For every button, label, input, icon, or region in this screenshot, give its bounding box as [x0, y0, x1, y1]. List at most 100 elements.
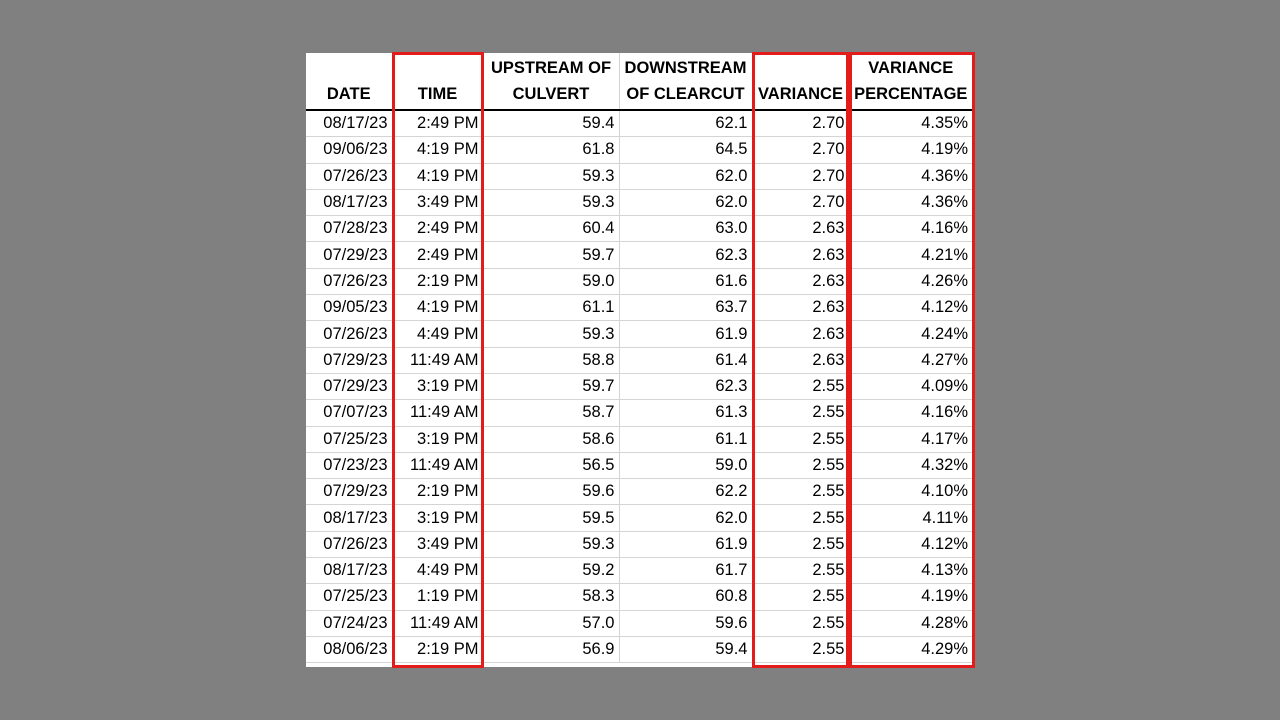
- upstream-cell: 59.3: [482, 189, 619, 217]
- upstream-cell: 60.4: [482, 215, 619, 243]
- variance-percentage-cell: 4.16%: [848, 215, 972, 243]
- upstream-cell: 61.1: [482, 294, 619, 322]
- variance-cell: 2.70: [751, 163, 849, 190]
- date-cell: 07/29/23: [306, 347, 392, 374]
- date-cell: 07/23/23: [306, 452, 392, 480]
- variance-cell: 2.55: [751, 583, 849, 611]
- date-cell: 07/07/23: [306, 399, 392, 427]
- upstream-cell: 59.2: [482, 557, 619, 585]
- time-cell: 4:49 PM: [391, 320, 483, 348]
- table-row: 08/17/23 2:49 PM 59.4 62.1 2.70 4.35%: [306, 110, 972, 138]
- header-line: PERCENTAGE: [854, 85, 968, 103]
- date-cell: 07/24/23: [306, 610, 392, 637]
- header-line: CULVERT: [512, 85, 590, 103]
- downstream-cell: 60.8: [618, 583, 752, 611]
- header-variance: VARIANCE: [751, 53, 849, 111]
- time-cell: 3:19 PM: [391, 373, 483, 401]
- downstream-cell: 61.7: [618, 557, 752, 585]
- table-row: 07/23/23 11:49 AM 56.5 59.0 2.55 4.32%: [306, 452, 972, 480]
- date-cell: 08/17/23: [306, 110, 392, 138]
- table-row: 07/29/23 2:49 PM 59.7 62.3 2.63 4.21%: [306, 241, 972, 269]
- variance-percentage-cell: 4.12%: [848, 531, 972, 559]
- table-row: 07/26/23 4:49 PM 59.3 61.9 2.63 4.24%: [306, 320, 972, 348]
- variance-percentage-cell: 4.10%: [848, 478, 972, 506]
- header-line: VARIANCE: [758, 85, 843, 103]
- downstream-cell: 62.0: [618, 504, 752, 532]
- header-downstream: DOWNSTREAM OF CLEARCUT: [618, 53, 752, 111]
- variance-cell: 2.63: [751, 241, 849, 269]
- time-cell: 2:19 PM: [391, 636, 483, 664]
- downstream-cell: 59.4: [618, 636, 752, 664]
- variance-cell: 2.63: [751, 347, 849, 374]
- upstream-cell: 59.3: [482, 320, 619, 348]
- downstream-cell: 62.1: [618, 110, 752, 138]
- table-row: 08/06/23 2:19 PM 56.9 59.4 2.55 4.29%: [306, 636, 972, 664]
- variance-percentage-cell: 4.17%: [848, 426, 972, 453]
- time-cell: 2:49 PM: [391, 110, 483, 138]
- header-line: OF CLEARCUT: [626, 85, 745, 103]
- downstream-cell: 61.1: [618, 426, 752, 453]
- date-cell: 07/26/23: [306, 268, 392, 296]
- header-variance-percentage: VARIANCE PERCENTAGE: [848, 53, 972, 111]
- variance-cell: 2.55: [751, 373, 849, 401]
- date-cell: 08/17/23: [306, 189, 392, 217]
- variance-cell: 2.63: [751, 320, 849, 348]
- variance-cell: 2.63: [751, 215, 849, 243]
- table-row: 07/25/23 3:19 PM 58.6 61.1 2.55 4.17%: [306, 426, 972, 453]
- upstream-cell: 56.9: [482, 636, 619, 664]
- date-cell: 07/26/23: [306, 531, 392, 559]
- variance-percentage-cell: 4.36%: [848, 163, 972, 190]
- variance-percentage-cell: 4.21%: [848, 241, 972, 269]
- variance-cell: 2.70: [751, 189, 849, 217]
- variance-percentage-cell: 4.32%: [848, 452, 972, 480]
- table-row: 07/28/23 2:49 PM 60.4 63.0 2.63 4.16%: [306, 215, 972, 243]
- time-cell: 11:49 AM: [391, 452, 483, 480]
- variance-percentage-cell: 4.09%: [848, 373, 972, 401]
- downstream-cell: 63.7: [618, 294, 752, 322]
- date-cell: 07/26/23: [306, 320, 392, 348]
- table-body: 08/17/23 2:49 PM 59.4 62.1 2.70 4.35% 09/06/23…: [306, 110, 972, 664]
- upstream-cell: 58.8: [482, 347, 619, 374]
- time-cell: 4:19 PM: [391, 163, 483, 190]
- upstream-cell: 59.3: [482, 163, 619, 190]
- date-cell: 07/26/23: [306, 163, 392, 190]
- upstream-cell: 56.5: [482, 452, 619, 480]
- variance-percentage-cell: 4.24%: [848, 320, 972, 348]
- variance-cell: 2.55: [751, 504, 849, 532]
- date-cell: 07/29/23: [306, 478, 392, 506]
- variance-percentage-cell: 4.29%: [848, 636, 972, 664]
- variance-cell: 2.55: [751, 478, 849, 506]
- time-cell: 3:49 PM: [391, 189, 483, 217]
- variance-cell: 2.55: [751, 531, 849, 559]
- table-row: 07/26/23 3:49 PM 59.3 61.9 2.55 4.12%: [306, 531, 972, 559]
- data-table: DATE TIME UPSTREAM OF CULVERT DOWNSTREAM…: [306, 53, 972, 664]
- variance-percentage-cell: 4.27%: [848, 347, 972, 374]
- variance-percentage-cell: 4.28%: [848, 610, 972, 637]
- downstream-cell: 62.3: [618, 241, 752, 269]
- time-cell: 11:49 AM: [391, 347, 483, 374]
- variance-cell: 2.63: [751, 268, 849, 296]
- variance-percentage-cell: 4.12%: [848, 294, 972, 322]
- time-cell: 3:49 PM: [391, 531, 483, 559]
- downstream-cell: 59.0: [618, 452, 752, 480]
- variance-cell: 2.55: [751, 452, 849, 480]
- downstream-cell: 62.0: [618, 163, 752, 190]
- variance-cell: 2.63: [751, 294, 849, 322]
- header-line: VARIANCE: [868, 59, 954, 77]
- time-cell: 11:49 AM: [391, 399, 483, 427]
- variance-percentage-cell: 4.19%: [848, 583, 972, 611]
- table-row: 07/29/23 3:19 PM 59.7 62.3 2.55 4.09%: [306, 373, 972, 401]
- upstream-cell: 59.3: [482, 531, 619, 559]
- table-row: 07/26/23 4:19 PM 59.3 62.0 2.70 4.36%: [306, 163, 972, 190]
- header-line: UPSTREAM OF: [490, 59, 612, 77]
- date-cell: 07/28/23: [306, 215, 392, 243]
- header-date: DATE: [306, 53, 392, 111]
- time-cell: 2:19 PM: [391, 478, 483, 506]
- upstream-cell: 59.5: [482, 504, 619, 532]
- variance-percentage-cell: 4.36%: [848, 189, 972, 217]
- downstream-cell: 61.9: [618, 531, 752, 559]
- downstream-cell: 61.6: [618, 268, 752, 296]
- downstream-cell: 61.4: [618, 347, 752, 374]
- time-cell: 2:49 PM: [391, 215, 483, 243]
- downstream-cell: 61.9: [618, 320, 752, 348]
